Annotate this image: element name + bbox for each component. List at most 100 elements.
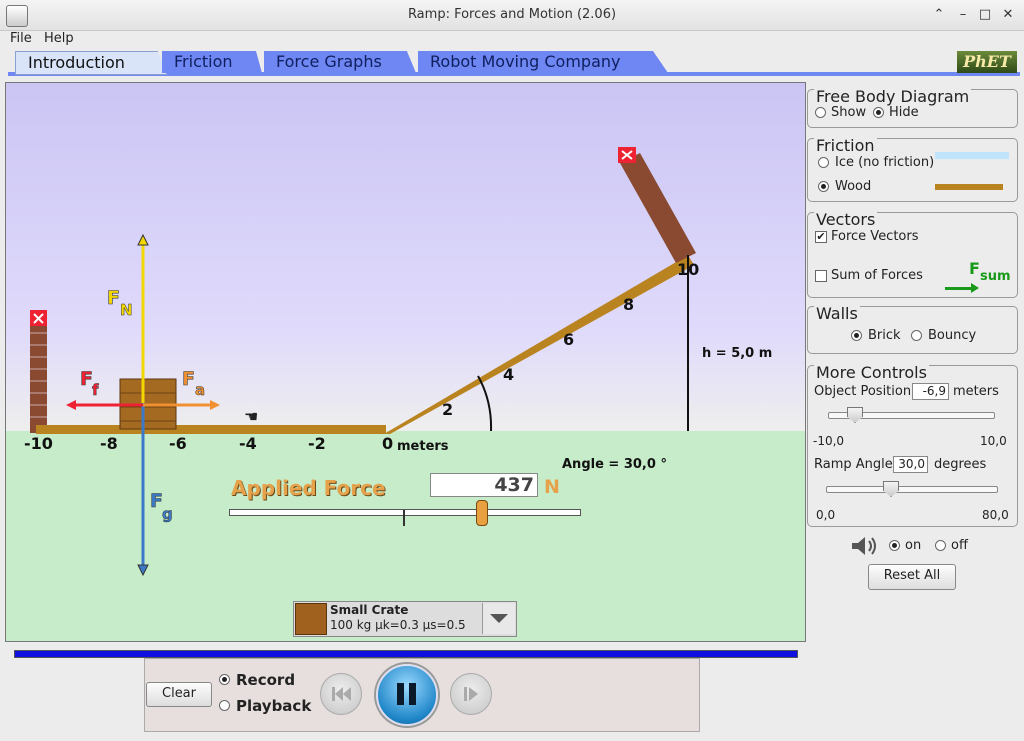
ramp-tick-label: 10 xyxy=(677,260,699,279)
position-max-label: 10,0 xyxy=(980,434,1007,448)
ramp-angle-input[interactable]: 30,0 xyxy=(893,456,928,473)
applied-force-unit: N xyxy=(544,476,560,498)
chevron-down-icon xyxy=(490,614,508,623)
free-body-hide-radio[interactable] xyxy=(873,107,884,118)
tab-force-graphs[interactable]: Force Graphs xyxy=(264,51,416,73)
ramp-tick-label: 6 xyxy=(563,330,574,349)
applied-force-arrowhead xyxy=(210,400,220,410)
playback-radio[interactable] xyxy=(219,700,230,711)
walls-bouncy-radio[interactable] xyxy=(911,330,922,341)
position-min-label: -10,0 xyxy=(813,434,845,448)
axis-tick-label: -6 xyxy=(169,434,187,453)
walls-bouncy-label[interactable]: Bouncy xyxy=(928,328,976,343)
time-progress-bar[interactable] xyxy=(14,650,798,658)
close-icon[interactable]: ✕ xyxy=(1000,6,1016,24)
rewind-button[interactable] xyxy=(320,673,362,715)
rewind-icon xyxy=(332,687,351,701)
sum-of-forces-checkbox[interactable] xyxy=(815,270,827,282)
fsum-arrow-icon xyxy=(945,287,973,290)
walls-panel: Walls Brick Bouncy xyxy=(807,304,1018,354)
friction-wood-radio[interactable] xyxy=(818,181,829,192)
reset-all-button[interactable]: Reset All xyxy=(868,564,956,590)
phet-logo[interactable]: PhET xyxy=(957,51,1017,73)
object-name: Small Crate xyxy=(330,603,409,617)
ramp-tick-label: 2 xyxy=(442,400,453,419)
walls-title: Walls xyxy=(814,304,860,323)
walls-brick-label[interactable]: Brick xyxy=(868,328,901,343)
ramp-angle-slider-thumb[interactable] xyxy=(883,481,899,497)
fsum-arrowhead xyxy=(971,283,979,293)
record-label[interactable]: Record xyxy=(236,671,295,689)
pause-button[interactable] xyxy=(376,664,438,726)
clear-button[interactable]: Clear xyxy=(146,682,212,707)
tab-introduction[interactable]: Introduction xyxy=(15,51,167,75)
force-vectors-checkbox[interactable]: ✔ xyxy=(815,231,827,243)
force-vectors-label[interactable]: Force Vectors xyxy=(831,229,919,244)
ramp-angle-unit: degrees xyxy=(934,457,987,472)
crate-icon xyxy=(295,603,327,635)
applied-force-title: Applied Force xyxy=(231,476,386,500)
collapse-icon[interactable]: ⌃ xyxy=(931,6,947,24)
tab-robot-moving-company[interactable]: Robot Moving Company xyxy=(418,51,668,73)
record-radio[interactable] xyxy=(219,674,230,685)
free-body-show-radio[interactable] xyxy=(815,107,826,118)
menu-file[interactable]: File xyxy=(10,31,32,46)
free-body-hide-label[interactable]: Hide xyxy=(889,105,919,120)
sound-on-radio[interactable] xyxy=(889,540,900,551)
sound-off-radio[interactable] xyxy=(935,540,946,551)
friction-ice-radio[interactable] xyxy=(818,157,829,168)
step-button[interactable] xyxy=(450,673,492,715)
axis-tick-label: -8 xyxy=(100,434,118,453)
more-controls-title: More Controls xyxy=(814,363,929,382)
gravity-force-arrowhead xyxy=(137,564,149,577)
vectors-title: Vectors xyxy=(814,210,878,229)
object-position-input[interactable]: -6,9 xyxy=(912,383,949,400)
friction-ice-label[interactable]: Ice (no friction) xyxy=(835,155,934,170)
applied-force-input[interactable]: 437 xyxy=(430,473,538,497)
object-position-slider-thumb[interactable] xyxy=(847,407,863,423)
ramp-angle-label: Ramp Angle xyxy=(814,457,893,472)
minimize-icon[interactable]: – xyxy=(955,6,971,24)
normal-force-sub: N xyxy=(120,301,133,319)
axis-tick-label: 0 xyxy=(382,434,393,453)
normal-force-label: F xyxy=(107,287,120,309)
vectors-panel: Vectors ✔ Force Vectors Sum of Forces F … xyxy=(807,210,1018,298)
friction-panel: Friction Ice (no friction) Wood xyxy=(807,136,1018,202)
friction-force-sub: f xyxy=(92,381,99,399)
menu-help[interactable]: Help xyxy=(44,31,74,46)
ramp-tick-label: 8 xyxy=(623,295,634,314)
ramp xyxy=(384,255,694,434)
slider-zero-tick xyxy=(403,510,405,526)
ramp-scene: F N F f F a F g -10 -8 -6 -4 -2 0 2 4 6 … xyxy=(24,147,772,577)
maximize-icon[interactable]: □ xyxy=(977,6,993,24)
applied-force-slider[interactable] xyxy=(229,509,581,516)
gravity-force-sub: g xyxy=(162,505,173,523)
tab-friction[interactable]: Friction xyxy=(162,51,262,73)
axis-tick-label: -2 xyxy=(308,434,326,453)
title-bar: Ramp: Forces and Motion (2.06) ⌃ – □ ✕ xyxy=(0,0,1024,31)
fsum-label: F xyxy=(969,259,980,278)
ramp-angle-slider[interactable] xyxy=(826,486,998,493)
object-position-unit: meters xyxy=(953,384,999,399)
object-position-label: Object Position xyxy=(814,384,912,399)
applied-force-slider-thumb[interactable] xyxy=(476,500,488,526)
flat-track xyxy=(36,425,386,434)
speaker-icon xyxy=(852,537,876,555)
object-dropdown-button[interactable] xyxy=(482,603,515,634)
more-controls-panel: More Controls Object Position -6,9 meter… xyxy=(807,363,1018,527)
playback-label[interactable]: Playback xyxy=(236,697,311,715)
object-chooser[interactable]: Small Crate 100 kg μk=0.3 μs=0.5 xyxy=(293,601,517,637)
object-specs: 100 kg μk=0.3 μs=0.5 xyxy=(330,618,466,632)
free-body-show-label[interactable]: Show xyxy=(831,105,866,120)
sound-on-label[interactable]: on xyxy=(905,538,921,553)
friction-title: Friction xyxy=(814,136,877,155)
wood-swatch xyxy=(935,184,1003,190)
free-body-panel: Free Body Diagram Show Hide xyxy=(807,87,1018,128)
sound-off-label[interactable]: off xyxy=(951,538,968,553)
angle-arc xyxy=(477,375,493,432)
sum-of-forces-label[interactable]: Sum of Forces xyxy=(831,268,923,283)
friction-wood-label[interactable]: Wood xyxy=(835,179,871,194)
normal-force-arrowhead xyxy=(137,233,149,246)
hand-cursor-icon: ☚ xyxy=(244,407,258,426)
walls-brick-radio[interactable] xyxy=(851,330,862,341)
